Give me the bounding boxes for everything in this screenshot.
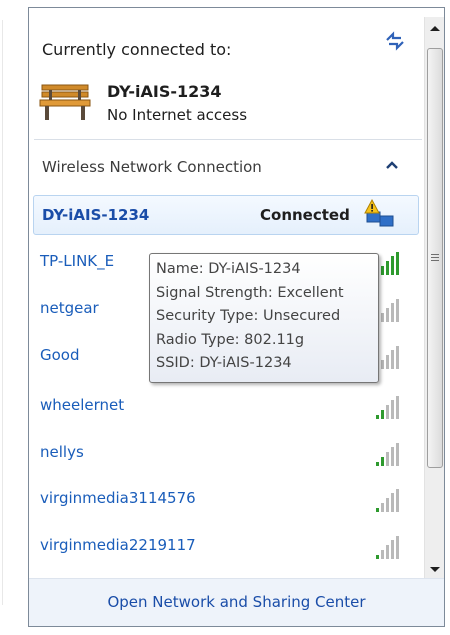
grip-line xyxy=(431,257,439,258)
scroll-thumb[interactable] xyxy=(427,48,443,468)
open-network-sharing-center-link[interactable]: Open Network and Sharing Center xyxy=(29,593,444,611)
strip-divider xyxy=(2,20,3,605)
network-name: virginmedia2219117 xyxy=(40,536,196,554)
section-label: Wireless Network Connection xyxy=(42,158,262,176)
shield-warning-icon xyxy=(364,198,394,227)
desktop-strip xyxy=(0,0,28,635)
divider xyxy=(34,139,422,140)
network-item-nellys[interactable]: nellys xyxy=(29,432,422,478)
network-name: nellys xyxy=(40,443,84,461)
network-item-wheelernet[interactable]: wheelernet xyxy=(29,385,422,431)
signal-bars-icon xyxy=(376,489,399,512)
chevron-up-icon[interactable] xyxy=(385,160,399,170)
tooltip-signal-strength: Signal Strength: Excellent xyxy=(156,284,344,301)
network-item-virginmedia2219117[interactable]: virginmedia2219117 xyxy=(29,525,422,571)
refresh-icon[interactable] xyxy=(383,30,407,52)
connected-network-name: DY-iAIS-1234 xyxy=(107,82,222,101)
network-flyout: Currently connected to: DY-iAIS-1234 No … xyxy=(28,7,445,627)
bench-icon xyxy=(39,84,91,120)
network-name: DY-iAIS-1234 xyxy=(42,206,150,224)
network-name: TP-LINK_E xyxy=(40,252,115,270)
network-name: virginmedia3114576 xyxy=(40,489,196,507)
network-name: wheelernet xyxy=(40,396,125,414)
network-tooltip: Name: DY-iAIS-1234 Signal Strength: Exce… xyxy=(149,253,379,383)
scrollbar[interactable] xyxy=(424,17,445,585)
network-item-dy-iais-1234[interactable]: DY-iAIS-1234 Connected xyxy=(33,195,419,235)
connection-status: No Internet access xyxy=(107,106,248,124)
network-connected-status: Connected xyxy=(260,206,350,224)
signal-bars-icon xyxy=(376,443,399,466)
tooltip-name: Name: DY-iAIS-1234 xyxy=(156,261,301,277)
tooltip-security-type: Security Type: Unsecured xyxy=(156,308,341,324)
footer: Open Network and Sharing Center xyxy=(29,578,444,626)
tooltip-radio-type: Radio Type: 802.11g xyxy=(156,331,305,348)
signal-bars-icon xyxy=(376,536,399,559)
network-name: Good xyxy=(40,346,80,364)
network-item-virginmedia3114576[interactable]: virginmedia3114576 xyxy=(29,478,422,524)
signal-bars-icon xyxy=(376,396,399,419)
current-connection: Currently connected to: DY-iAIS-1234 No … xyxy=(29,8,422,136)
network-name: netgear xyxy=(40,299,99,317)
section-header-wireless[interactable]: Wireless Network Connection xyxy=(29,146,422,186)
scroll-up-arrow-icon[interactable] xyxy=(425,17,445,41)
grip-line xyxy=(431,260,439,261)
grip-line xyxy=(431,254,439,255)
current-connection-title: Currently connected to: xyxy=(42,40,232,59)
tooltip-ssid: SSID: DY-iAIS-1234 xyxy=(156,355,292,371)
